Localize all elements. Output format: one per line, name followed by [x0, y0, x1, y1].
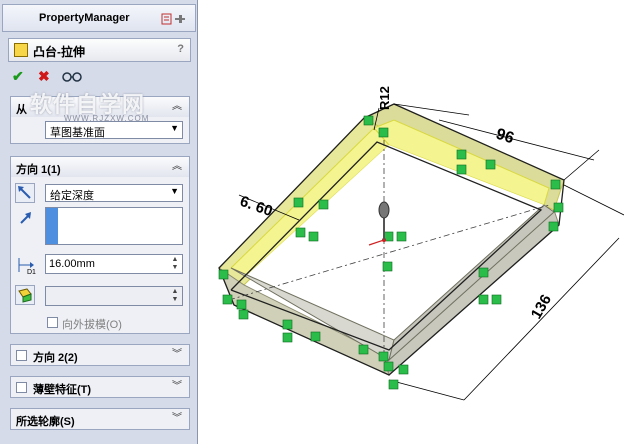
dimension-6-60[interactable]: 6. 60	[238, 193, 275, 220]
cancel-icon[interactable]: ✖	[38, 68, 50, 85]
depth-icon-label: D1	[27, 269, 36, 275]
direction2-section[interactable]: 方向 2(2) ︾	[10, 344, 190, 366]
expand-icon[interactable]: ︾	[170, 412, 184, 426]
spin-buttons[interactable]: ▲ ▼	[169, 288, 181, 304]
preview-icon[interactable]	[62, 70, 82, 82]
direction1-section: 方向 1(1) ︽ 给定深度 ▼ D1 16.00mm ▲ ▼ ▲ ▼ 向外拔模…	[10, 156, 190, 334]
chevron-down-icon: ▼	[170, 123, 179, 133]
extrude-icon	[14, 43, 28, 57]
property-manager-panel: PropertyManager 凸台-拉伸 ? ✔ ✖ 从 ︽ 草图基准面 ▼ …	[0, 0, 198, 444]
feature-title: 凸台-拉伸	[33, 45, 85, 59]
selected-contours-label: 所选轮廓(S)	[16, 416, 75, 428]
thin-feature-section[interactable]: 薄壁特征(T) ︾	[10, 376, 190, 398]
draft-angle-input[interactable]: ▲ ▼	[45, 286, 183, 306]
end-condition-combo[interactable]: 给定深度 ▼	[45, 184, 183, 202]
graphics-area[interactable]: 96 6. 60 136 R12	[199, 0, 624, 444]
direction1-header[interactable]: 方向 1(1) ︽	[11, 157, 189, 177]
spin-buttons[interactable]: ▲ ▼	[169, 256, 181, 272]
depth-icon: D1	[16, 255, 40, 278]
draft-outward-checkbox[interactable]	[47, 317, 58, 328]
watermark-url: WWW.RJZXW.COM	[64, 114, 150, 123]
from-value: 草图基准面	[50, 127, 105, 139]
depth-input[interactable]: 16.00mm ▲ ▼	[45, 254, 183, 274]
reverse-direction-icon[interactable]	[15, 183, 35, 203]
feature-header: 凸台-拉伸 ?	[8, 38, 191, 62]
direction-selection-box[interactable]	[45, 207, 183, 245]
selected-contours-section[interactable]: 所选轮廓(S) ︾	[10, 408, 190, 430]
draft-icon[interactable]	[15, 285, 35, 305]
end-condition-value: 给定深度	[50, 190, 94, 202]
collapse-icon[interactable]: ︽	[170, 160, 184, 174]
depth-value: 16.00mm	[49, 258, 95, 270]
direction-arrow-icon	[19, 211, 33, 228]
dimension-96[interactable]: 96	[494, 126, 516, 148]
from-label: 从	[16, 104, 27, 116]
direction2-checkbox[interactable]	[16, 350, 27, 361]
pin-icon[interactable]	[161, 12, 187, 26]
property-manager-header: PropertyManager	[2, 4, 196, 32]
property-manager-title: PropertyManager	[39, 12, 130, 24]
expand-icon[interactable]: ︾	[170, 380, 184, 394]
chevron-down-icon: ▼	[170, 186, 179, 196]
expand-icon[interactable]: ︾	[170, 348, 184, 362]
thin-feature-checkbox[interactable]	[16, 382, 27, 393]
from-combo[interactable]: 草图基准面 ▼	[45, 121, 183, 139]
dimension-136[interactable]: 136	[528, 292, 555, 322]
draft-outward-label: 向外拔模(O)	[62, 319, 122, 331]
direction1-label: 方向 1(1)	[16, 164, 61, 176]
direction2-label: 方向 2(2)	[33, 352, 78, 364]
collapse-icon[interactable]: ︽	[170, 100, 184, 114]
thin-feature-label: 薄壁特征(T)	[33, 384, 92, 396]
dimension-r12[interactable]: R12	[377, 86, 392, 110]
selection-marker	[46, 208, 58, 244]
help-icon[interactable]: ?	[177, 43, 184, 55]
ok-icon[interactable]: ✔	[12, 68, 24, 85]
